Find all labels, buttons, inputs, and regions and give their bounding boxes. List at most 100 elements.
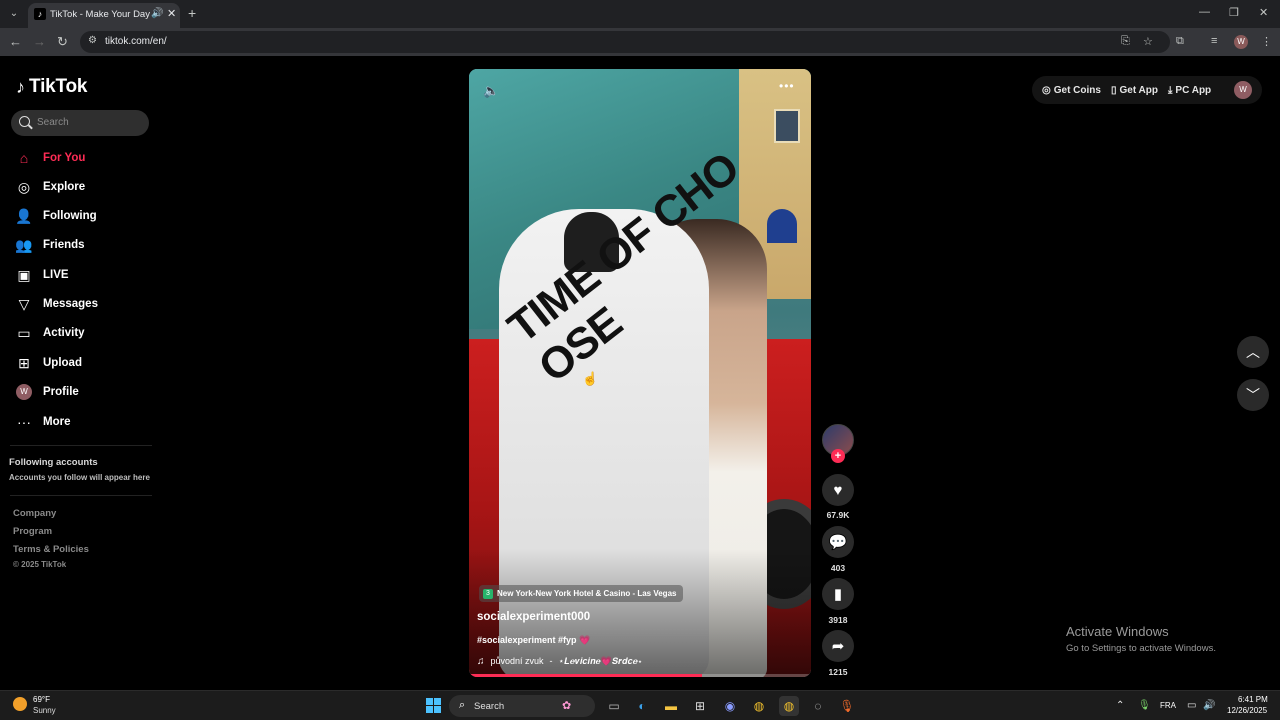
sun-icon[interactable]: [13, 697, 27, 711]
windows-taskbar: 69°F Sunny ⌕ Search ✿ ▭ ◐ ▬ ⊞ ◉ ◍ ◍ ◌ 🎙 …: [0, 690, 1280, 720]
search-input[interactable]: Search: [11, 110, 149, 136]
window-close-button[interactable]: ✕: [1259, 6, 1268, 19]
weather-condition[interactable]: Sunny: [33, 706, 56, 715]
browser-tab[interactable]: ♪ TikTok - Make Your Day 🔊 ✕: [28, 3, 180, 28]
share-button[interactable]: ➦: [822, 630, 854, 662]
tab-close-icon[interactable]: ✕: [167, 7, 176, 20]
windows-logo-tile: [426, 698, 433, 705]
following-accounts-subtitle: Accounts you follow will appear here: [9, 473, 150, 482]
app-icon[interactable]: ◌: [808, 696, 828, 716]
more-icon: ···: [17, 414, 31, 430]
video-player[interactable]: TIME OF CHO OSE 🔈 ••• 3 New York-New Yor…: [469, 69, 811, 677]
media-control-icon[interactable]: ≡: [1211, 35, 1217, 47]
sidebar-item-label: More: [43, 416, 71, 428]
store-icon[interactable]: ⊞: [690, 696, 710, 716]
site-info-icon[interactable]: ⚙: [88, 35, 97, 46]
start-button[interactable]: [426, 698, 441, 713]
avatar: W: [16, 384, 32, 400]
sidebar-item-following[interactable]: 👤 Following: [14, 205, 154, 227]
sidebar-item-messages[interactable]: ▽ Messages: [14, 293, 154, 315]
following-icon: 👤: [15, 207, 33, 224]
tab-audio-icon[interactable]: 🔊: [151, 8, 163, 19]
browser-profile-avatar[interactable]: W: [1234, 35, 1248, 49]
discord-icon[interactable]: ◉: [720, 696, 740, 716]
follow-plus-button[interactable]: +: [831, 449, 845, 463]
address-bar[interactable]: ⚙ tiktok.com/en/: [80, 31, 1170, 53]
get-app-button[interactable]: ▯ Get App: [1111, 85, 1158, 96]
messages-icon: ▽: [18, 295, 30, 312]
volume-icon[interactable]: 🔈: [483, 83, 499, 99]
video-progress-bar[interactable]: [469, 674, 811, 677]
chrome-icon[interactable]: ◍: [749, 696, 769, 716]
chevron-up-icon: ︿: [1246, 344, 1260, 360]
video-author[interactable]: socialexperiment000: [477, 611, 590, 623]
clock-time[interactable]: 6:41 PM: [1238, 695, 1268, 704]
pc-app-label: PC App: [1175, 84, 1212, 96]
windows-logo-tile: [434, 698, 441, 705]
video-sound[interactable]: ♫ původní zvuk - ⋆𝑳𝒆𝒗𝒊𝒄𝒊𝒏𝒆💗𝑺𝒓𝒅𝒄𝒆⋆: [477, 656, 642, 667]
save-button[interactable]: ▮: [822, 578, 854, 610]
minimize-button[interactable]: —: [1199, 6, 1210, 18]
previous-video-button[interactable]: ︿: [1237, 336, 1269, 368]
microphone-app-icon[interactable]: 🎙: [837, 696, 857, 716]
footer-link-company[interactable]: Company: [13, 508, 56, 519]
search-highlight-icon: ✿: [562, 700, 572, 712]
music-note-icon: ♫: [477, 656, 485, 667]
taskbar-search[interactable]: ⌕ Search ✿: [449, 695, 595, 717]
sidebar-item-more[interactable]: ··· More: [14, 411, 154, 433]
comment-count: 403: [830, 563, 846, 573]
tray-overflow-icon[interactable]: ⌃: [1116, 700, 1124, 711]
pc-app-button[interactable]: ⤓ PC App: [1168, 85, 1211, 96]
sidebar-item-live[interactable]: ▣ LIVE: [14, 264, 154, 286]
browser-menu-icon[interactable]: ⋮: [1261, 35, 1272, 48]
new-tab-button[interactable]: +: [188, 5, 196, 21]
language-indicator[interactable]: FRA: [1160, 701, 1176, 710]
location-text: New York-New York Hotel & Casino - Las V…: [497, 589, 677, 598]
sidebar-item-explore[interactable]: ◎ Explore: [14, 176, 154, 198]
clock-date[interactable]: 12/26/2025: [1227, 706, 1267, 715]
sidebar-item-activity[interactable]: ▭ Activity: [14, 322, 154, 344]
location-icon: 3: [483, 588, 493, 599]
sound-separator: -: [549, 656, 553, 666]
next-video-button[interactable]: ﹀: [1237, 379, 1269, 411]
sidebar-item-for-you[interactable]: ⌂ For You: [14, 147, 154, 169]
mic-tray-icon[interactable]: 🎙: [1138, 700, 1151, 711]
edge-icon[interactable]: ◐: [632, 696, 652, 716]
bookmark-star-icon[interactable]: ☆: [1143, 35, 1153, 48]
location-chip[interactable]: 3 New York-New York Hotel & Casino - Las…: [479, 585, 684, 602]
volume-tray-icon[interactable]: 🔊: [1203, 700, 1215, 711]
caption-hashtags[interactable]: #socialexperiment #fyp: [477, 635, 577, 645]
footer-link-program[interactable]: Program: [13, 526, 52, 537]
reload-button[interactable]: ↻: [57, 34, 68, 50]
task-view-icon[interactable]: ▭: [604, 696, 624, 716]
download-icon: ⤓: [1168, 84, 1173, 96]
sidebar-item-label: LIVE: [43, 269, 69, 281]
following-accounts-title: Following accounts: [9, 457, 98, 468]
extensions-icon[interactable]: ⧉: [1176, 35, 1184, 48]
sidebar-item-profile[interactable]: W Profile: [14, 381, 154, 403]
tiktok-logo[interactable]: ♪ TikTok: [16, 76, 87, 98]
video-more-icon[interactable]: •••: [779, 79, 795, 93]
caption-emoji: 💗: [579, 635, 591, 645]
share-icon: ➦: [831, 638, 845, 655]
forward-button[interactable]: →: [33, 34, 46, 49]
comment-button[interactable]: 💬: [822, 526, 854, 558]
get-coins-button[interactable]: ◎ Get Coins: [1042, 85, 1101, 96]
sidebar-item-upload[interactable]: ⊞ Upload: [14, 352, 154, 374]
search-icon: [19, 116, 30, 127]
sound-author: ⋆𝑳𝒆𝒗𝒊𝒄𝒊𝒏𝒆💗𝑺𝒓𝒅𝒄𝒆⋆: [558, 656, 643, 666]
chrome-profile-icon[interactable]: ◍: [779, 696, 799, 716]
user-avatar[interactable]: W: [1234, 81, 1252, 99]
footer-link-terms[interactable]: Terms & Policies: [13, 544, 89, 555]
like-button[interactable]: ♥: [822, 474, 854, 506]
file-explorer-icon[interactable]: ▬: [661, 696, 681, 716]
upload-icon: ⊞: [18, 354, 30, 371]
network-icon[interactable]: ▭: [1187, 700, 1196, 711]
sidebar-item-friends[interactable]: 👥 Friends: [14, 234, 154, 256]
video-caption: #socialexperiment #fyp 💗: [477, 635, 590, 646]
weather-temperature[interactable]: 69°F: [33, 695, 50, 704]
back-button[interactable]: ←: [9, 34, 22, 49]
install-app-icon[interactable]: ⎘: [1121, 35, 1130, 48]
tab-list-button[interactable]: ⌄: [6, 6, 22, 22]
restore-button[interactable]: ❐: [1229, 6, 1239, 19]
